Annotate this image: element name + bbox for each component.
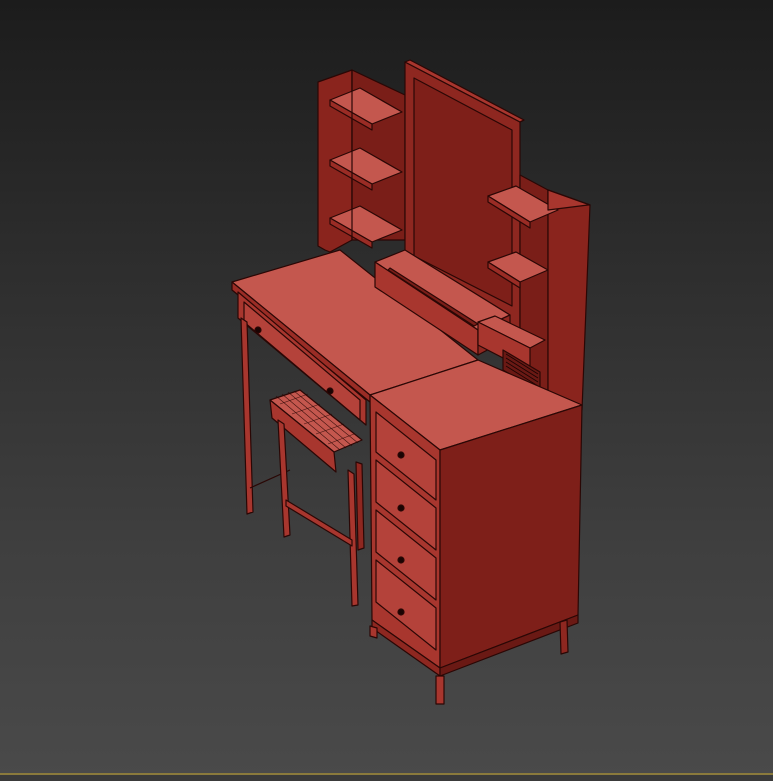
cabinet-knob-1 [397, 451, 405, 459]
stool-stretcher [285, 499, 353, 547]
drawer-cabinet [369, 359, 583, 705]
cabinet-leg-right [559, 619, 569, 655]
right-shelf-side [541, 189, 591, 419]
viewport-bottom-strip [0, 775, 773, 781]
stool-leg-back-right [355, 461, 365, 551]
cabinet-leg-front [435, 675, 445, 705]
drawer-knob-2 [326, 387, 334, 395]
left-shelf-unit [317, 69, 406, 253]
drawer-knob-1 [254, 326, 262, 334]
cabinet-leg-left [369, 625, 378, 639]
cabinet-knob-3 [397, 556, 405, 564]
desk-leg-front-left [240, 317, 254, 515]
3d-viewport[interactable] [0, 0, 773, 781]
stool [269, 389, 365, 607]
cabinet-knob-4 [397, 608, 405, 616]
cabinet-knob-2 [397, 504, 405, 512]
stool-leg-front-left [277, 419, 291, 538]
vanity-model[interactable] [0, 0, 773, 781]
